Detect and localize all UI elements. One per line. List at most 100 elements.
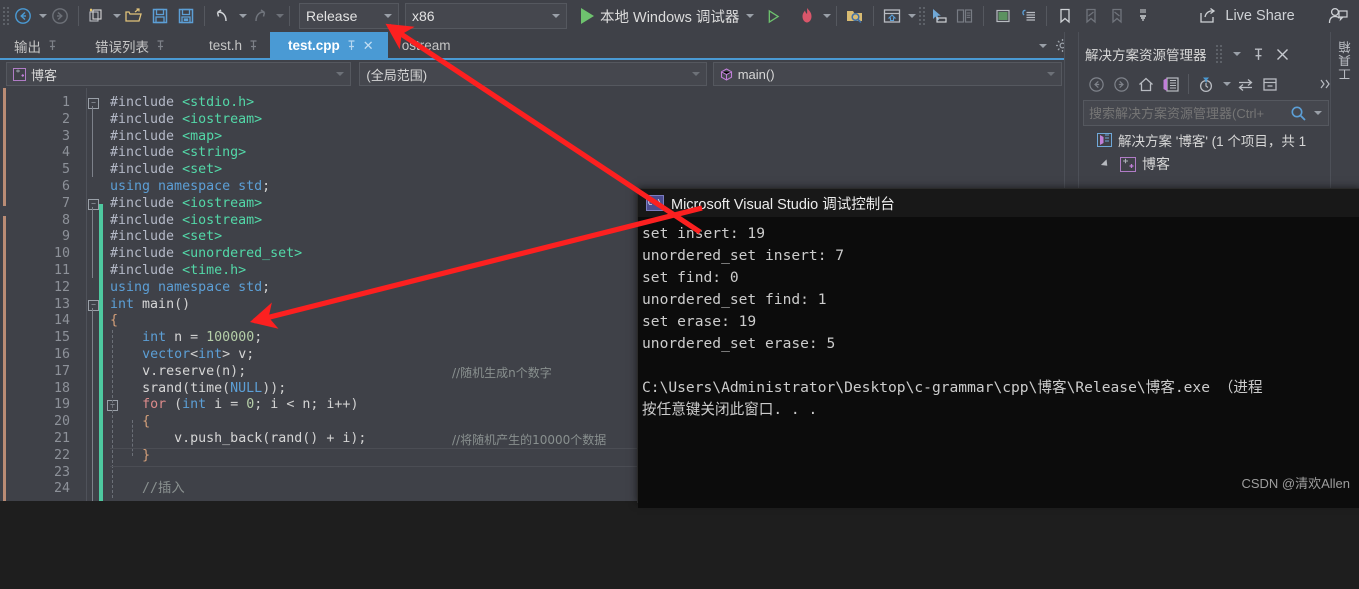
code-line[interactable]: int n = 100000; [110,330,262,347]
live-share-button[interactable]: Live Share [1198,7,1295,25]
code-line[interactable]: #include <set> [110,229,222,246]
tab-overflow-caret[interactable] [1039,43,1047,48]
uncomment-lines-icon[interactable] [1015,3,1041,29]
solution-tree[interactable]: 解决方案 '博客' (1 个项目，共 1 博客 [1079,128,1331,176]
toolbox-label: 工具箱 [1339,40,1353,81]
undo-caret[interactable] [239,14,247,18]
hot-reload-caret[interactable] [823,14,832,18]
collapse-all-button[interactable] [1259,73,1281,95]
clear-bookmarks-icon[interactable] [1130,3,1156,29]
tree-node-project[interactable]: 博客 [1079,152,1331,176]
forward-button[interactable] [1110,73,1132,95]
code-line[interactable]: //插入 [110,481,185,498]
toolbar-grip-2[interactable] [918,6,927,26]
expand-collapse-icon[interactable] [1100,159,1111,169]
code-line[interactable]: #include <set> [110,162,222,179]
tab-error-list[interactable]: 错误列表 [69,32,177,59]
console-line: set find: 0 [642,269,739,286]
pin-icon[interactable] [48,40,57,51]
new-project-caret[interactable] [113,14,121,18]
pointer-select-icon[interactable] [926,3,952,29]
search-folder-icon[interactable] [842,3,868,29]
code-line[interactable]: v.push_back(rand() + i); [110,431,366,448]
code-line[interactable]: #include <iostream> [110,112,262,129]
code-line[interactable]: using namespace std; [110,179,270,196]
sync-with-active-document-button[interactable] [1234,73,1256,95]
next-bookmark-icon[interactable] [1104,3,1130,29]
close-icon[interactable] [1276,48,1289,61]
bookmark-icon[interactable] [1052,3,1078,29]
search-options-caret[interactable] [1314,111,1322,115]
start-debugging-button[interactable]: 本地 Windows 调试器 [577,6,743,27]
scope-dropdown[interactable]: (全局范围) [359,62,707,86]
code-line[interactable]: #include <map> [110,129,222,146]
code-line[interactable]: #include <iostream> [110,213,262,230]
toolbar-grip[interactable] [2,6,10,26]
tree-node-solution[interactable]: 解决方案 '博客' (1 个项目，共 1 [1079,128,1331,152]
redo-icon[interactable] [247,3,273,29]
pin-icon[interactable] [1253,47,1264,61]
save-all-icon[interactable] [173,3,199,29]
code-line[interactable]: { [110,414,150,431]
pending-changes-button[interactable] [1195,73,1217,95]
solution-platform-dropdown[interactable]: x86 [405,3,567,29]
close-icon[interactable]: ✕ [363,38,374,54]
debug-console-window[interactable]: C:\ Microsoft Visual Studio 调试控制台 set in… [637,188,1359,508]
pin-icon[interactable] [156,40,165,51]
code-line[interactable]: #include <iostream> [110,196,262,213]
code-line[interactable]: #include <unordered_set> [110,246,302,263]
code-line[interactable]: v.reserve(n); [110,364,246,381]
compare-files-icon[interactable] [952,3,978,29]
open-folder-icon[interactable] [121,3,147,29]
tab-ostream[interactable]: ostream [388,32,463,59]
new-project-icon[interactable] [84,3,110,29]
code-line[interactable]: #include <string> [110,145,246,162]
code-line[interactable]: { [110,313,118,330]
console-title-bar[interactable]: C:\ Microsoft Visual Studio 调试控制台 [638,189,1359,217]
toolbar-separator-3 [289,6,290,26]
hot-reload-icon[interactable] [794,3,820,29]
previous-bookmark-icon[interactable] [1078,3,1104,29]
code-line[interactable]: for (int i = 0; i < n; i++) [110,397,358,414]
tab-test-cpp[interactable]: test.cpp ✕ [270,32,388,59]
code-line[interactable]: using namespace std; [110,280,270,297]
line-number: 13 [53,296,70,312]
pin-icon[interactable] [249,40,258,51]
project-dropdown[interactable]: 博客 [6,62,352,86]
navigate-back-caret[interactable] [39,14,47,18]
comment-lines-icon[interactable] [989,3,1015,29]
start-without-debugging-icon[interactable] [760,3,786,29]
search-icon[interactable] [1285,102,1311,124]
code-line[interactable]: int main() [110,297,190,314]
line-number: 11 [53,263,70,278]
save-icon[interactable] [147,3,173,29]
start-debugging-caret[interactable] [746,14,755,18]
panel-menu-caret[interactable] [1232,52,1241,56]
console-output[interactable]: set insert: 19 unordered_set insert: 7 s… [638,217,1359,508]
visual-studio-window: Release x86 本地 Windows 调试器 Live Share 输出… [0,0,1359,508]
tab-test-h[interactable]: test.h [177,32,270,59]
search-input[interactable] [1084,104,1285,122]
tab-output[interactable]: 输出 [0,32,69,59]
solution-explorer-search[interactable] [1083,100,1329,126]
code-line[interactable]: #include <time.h> [110,263,246,280]
pending-changes-caret[interactable] [1223,82,1231,86]
code-line[interactable]: vector<int> v; [110,347,254,364]
solution-view-button[interactable] [1160,73,1182,95]
code-line[interactable]: srand(time(NULL)); [110,381,286,398]
back-button[interactable] [1085,73,1107,95]
pin-icon[interactable] [347,40,356,51]
code-line[interactable]: #include <stdio.h> [110,95,254,112]
window-layout-caret[interactable] [908,14,917,18]
navigate-back-button[interactable] [10,3,36,29]
solution-configuration-dropdown[interactable]: Release [299,3,399,29]
window-layout-icon[interactable] [879,3,905,29]
navigate-forward-button[interactable] [47,3,73,29]
panel-grip[interactable] [1214,44,1223,64]
home-button[interactable] [1135,73,1157,95]
member-dropdown[interactable]: main() [712,62,1062,86]
account-icon[interactable] [1325,3,1351,29]
line-number: 3 [61,128,70,144]
undo-icon[interactable] [210,3,236,29]
redo-caret[interactable] [276,14,284,18]
